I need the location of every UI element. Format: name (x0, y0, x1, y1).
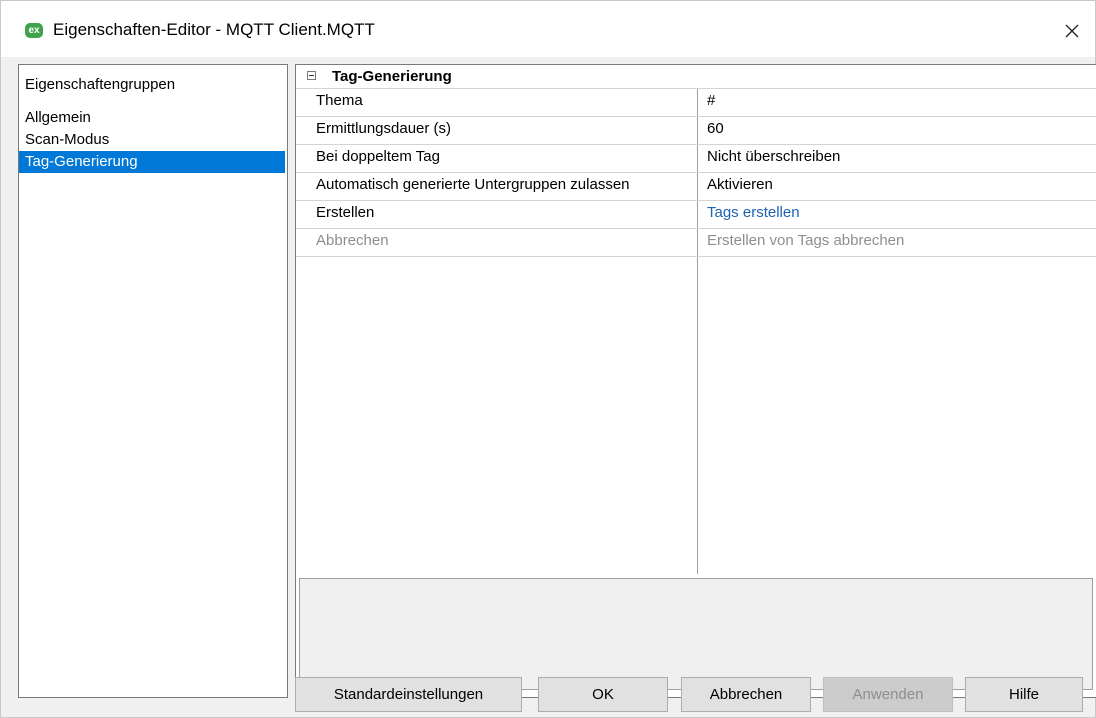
property-grid-panel: Tag-Generierung Thema # Ermittlungsdauer… (295, 64, 1096, 698)
property-grid: Tag-Generierung Thema # Ermittlungsdauer… (296, 65, 1096, 574)
property-value[interactable]: 60 (707, 120, 724, 137)
property-groups-panel: Eigenschaftengruppen Allgemein Scan-Modu… (18, 64, 288, 698)
property-name: Ermittlungsdauer (s) (316, 120, 452, 137)
create-tags-link[interactable]: Tags erstellen (707, 204, 800, 221)
cell-divider (697, 117, 698, 144)
help-button[interactable]: Hilfe (965, 677, 1083, 712)
close-icon (1065, 24, 1079, 38)
ok-button[interactable]: OK (538, 677, 668, 712)
property-name: Abbrechen (316, 232, 389, 249)
group-item-tag-generierung[interactable]: Tag-Generierung (19, 151, 285, 173)
property-row-thema[interactable]: Thema # (296, 89, 1096, 117)
cancel-button[interactable]: Abbrechen (681, 677, 811, 712)
cell-divider (697, 201, 698, 228)
cell-divider (697, 229, 698, 256)
property-row-ermittlungsdauer[interactable]: Ermittlungsdauer (s) 60 (296, 117, 1096, 145)
apply-button: Anwenden (823, 677, 953, 712)
property-value[interactable]: # (707, 92, 715, 109)
property-value[interactable]: Nicht überschreiben (707, 148, 840, 165)
property-row-doppeltem-tag[interactable]: Bei doppeltem Tag Nicht überschreiben (296, 145, 1096, 173)
property-row-abbrechen: Abbrechen Erstellen von Tags abbrechen (296, 229, 1096, 257)
property-groups-header: Eigenschaftengruppen (25, 76, 176, 93)
group-item-allgemein[interactable]: Allgemein (19, 107, 285, 129)
property-name: Erstellen (316, 204, 375, 221)
property-row-erstellen[interactable]: Erstellen Tags erstellen (296, 201, 1096, 229)
cancel-tags-link: Erstellen von Tags abbrechen (707, 232, 905, 249)
property-row-untergruppen[interactable]: Automatisch generierte Untergruppen zula… (296, 173, 1096, 201)
window-title: Eigenschaften-Editor - MQTT Client.MQTT (53, 20, 375, 39)
title-bar: ex Eigenschaften-Editor - MQTT Client.MQ… (1, 1, 1095, 57)
defaults-button[interactable]: Standardeinstellungen (295, 677, 522, 712)
collapse-icon[interactable] (307, 71, 316, 80)
close-button[interactable] (1049, 11, 1095, 51)
property-name: Bei doppeltem Tag (316, 148, 440, 165)
property-name: Automatisch generierte Untergruppen zula… (316, 176, 630, 193)
group-title: Tag-Generierung (332, 68, 452, 85)
properties-editor-window: ex Eigenschaften-Editor - MQTT Client.MQ… (0, 0, 1096, 718)
app-icon: ex (25, 23, 43, 38)
property-value[interactable]: Aktivieren (707, 176, 773, 193)
group-header-tag-generierung: Tag-Generierung (296, 65, 1096, 89)
property-name: Thema (316, 92, 363, 109)
cell-divider (697, 173, 698, 200)
description-panel (299, 578, 1093, 690)
cell-divider (697, 145, 698, 172)
group-item-scan-modus[interactable]: Scan-Modus (19, 129, 285, 151)
cell-divider (697, 89, 698, 116)
